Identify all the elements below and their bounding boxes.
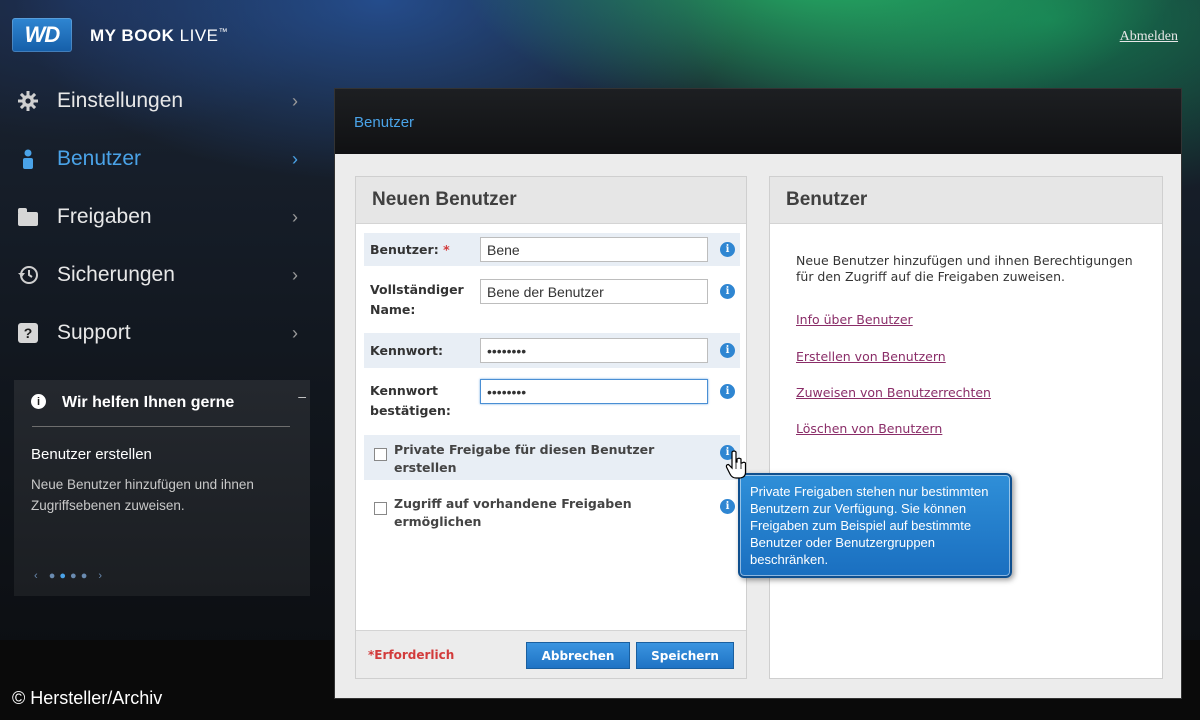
info-icon[interactable]: i	[720, 242, 735, 257]
sidebar-item-benutzer[interactable]: Benutzer ›	[0, 130, 310, 188]
link-assign-rights[interactable]: Zuweisen von Benutzerrechten	[796, 385, 991, 400]
password-row: Kennwort: i	[364, 333, 740, 368]
help-title: Wir helfen Ihnen gerne	[62, 394, 235, 411]
required-mark: *	[443, 242, 450, 257]
password-label: Kennwort:	[370, 343, 444, 358]
help-panel: i Wir helfen Ihnen gerne – Benutzer erst…	[14, 380, 310, 596]
folder-icon	[16, 205, 40, 229]
gear-icon	[16, 89, 40, 113]
product-name-suffix: LIVE	[179, 26, 219, 45]
sidebar-nav: Einstellungen › Benutzer › Freigaben › S…	[0, 72, 310, 362]
wd-logo: WD	[12, 18, 72, 52]
question-glyph: ?	[18, 323, 38, 343]
sidebar-item-label: Benutzer	[57, 147, 142, 170]
pager-dot[interactable]: ●	[49, 570, 60, 582]
pager-dot[interactable]: ●	[70, 570, 81, 582]
link-info-users[interactable]: Info über Benutzer	[796, 312, 913, 327]
confirm-password-label: Kennwort bestätigen:	[370, 381, 451, 421]
password-input[interactable]	[480, 338, 708, 363]
copyright-notice: © Hersteller/Archiv	[12, 688, 163, 708]
user-label-text: Benutzer:	[370, 242, 439, 257]
main-header: Benutzer	[335, 89, 1181, 154]
users-info-card: Benutzer Neue Benutzer hinzufügen und ih…	[769, 176, 1163, 679]
link-delete-users[interactable]: Löschen von Benutzern	[796, 421, 942, 436]
pager-dot-active[interactable]: ●	[59, 570, 70, 582]
form-footer: *Erforderlich Abbrechen Speichern	[356, 630, 746, 678]
new-user-card: Neuen Benutzer Benutzer: * i Vollständig…	[355, 176, 747, 679]
trademark: ™	[218, 26, 229, 37]
help-body: Neue Benutzer hinzufügen und ihnen Zugri…	[31, 477, 254, 513]
access-shares-label: Zugriff auf vorhandene Freigaben ermögli…	[394, 496, 632, 529]
info-icon[interactable]: i	[720, 343, 735, 358]
access-shares-row: Zugriff auf vorhandene Freigaben ermögli…	[364, 489, 740, 534]
sidebar-item-label: Freigaben	[57, 205, 152, 228]
minimize-button[interactable]: –	[298, 388, 306, 404]
chevron-right-icon: ›	[292, 322, 298, 343]
required-note: *Erforderlich	[368, 648, 455, 662]
fullname-label-line2: Name:	[370, 302, 416, 317]
sidebar-item-label: Support	[57, 321, 131, 344]
card-header: Benutzer	[770, 177, 1162, 224]
info-icon[interactable]: i	[720, 384, 735, 399]
user-label: Benutzer: *	[370, 240, 450, 260]
private-share-checkbox[interactable]	[374, 448, 387, 461]
help-subtitle: Benutzer erstellen	[31, 446, 152, 463]
user-input[interactable]	[480, 237, 708, 262]
confirm-password-row: Kennwort bestätigen: i	[364, 375, 740, 423]
product-name: MY BOOK LIVE™	[90, 26, 228, 46]
sidebar-item-label: Einstellungen	[57, 89, 184, 112]
fullname-row: Vollständiger Name: i	[364, 273, 740, 321]
card-title: Benutzer	[786, 189, 868, 210]
user-row: Benutzer: * i	[364, 233, 740, 266]
confirm-label-line2: bestätigen:	[370, 403, 451, 418]
user-icon	[16, 147, 40, 171]
link-create-users[interactable]: Erstellen von Benutzern	[796, 349, 946, 364]
pager-prev-button[interactable]: ‹	[34, 570, 42, 582]
product-name-main: MY BOOK	[90, 26, 175, 45]
fullname-label-line1: Vollständiger	[370, 282, 464, 297]
private-share-row: Private Freigabe für diesen Benutzer ers…	[364, 435, 740, 480]
chevron-right-icon: ›	[292, 206, 298, 227]
info-tooltip: Private Freigaben stehen nur bestimmten …	[738, 473, 1012, 578]
question-icon: ?	[16, 321, 40, 345]
private-share-label: Private Freigabe für diesen Benutzer ers…	[394, 442, 655, 475]
card-title: Neuen Benutzer	[372, 189, 517, 210]
confirm-password-input[interactable]	[480, 379, 708, 404]
sidebar-item-freigaben[interactable]: Freigaben ›	[0, 188, 310, 246]
confirm-label-line1: Kennwort	[370, 383, 439, 398]
fullname-input[interactable]	[480, 279, 708, 304]
pager-next-button[interactable]: ›	[98, 570, 106, 582]
hand-cursor-icon	[725, 450, 747, 479]
backup-clock-icon	[16, 263, 40, 287]
page-title: Benutzer	[354, 114, 415, 131]
sidebar-item-sicherungen[interactable]: Sicherungen ›	[0, 246, 310, 304]
sidebar-item-support[interactable]: ? Support ›	[0, 304, 310, 362]
info-icon[interactable]: i	[720, 499, 735, 514]
pager-dot[interactable]: ●	[81, 570, 92, 582]
card-header: Neuen Benutzer	[356, 177, 746, 224]
info-icon: i	[31, 394, 46, 409]
sidebar-item-einstellungen[interactable]: Einstellungen ›	[0, 72, 310, 130]
sidebar-item-label: Sicherungen	[57, 263, 175, 286]
save-button[interactable]: Speichern	[636, 642, 734, 669]
logout-link[interactable]: Abmelden	[1120, 29, 1178, 45]
chevron-right-icon: ›	[292, 148, 298, 169]
users-description: Neue Benutzer hinzufügen und ihnen Berec…	[796, 253, 1133, 284]
info-icon[interactable]: i	[720, 284, 735, 299]
fullname-label: Vollständiger Name:	[370, 280, 464, 320]
access-shares-checkbox[interactable]	[374, 502, 387, 515]
help-pager: ‹ ●●●● ›	[34, 570, 106, 582]
chevron-right-icon: ›	[292, 90, 298, 111]
cancel-button[interactable]: Abbrechen	[526, 642, 630, 669]
chevron-right-icon: ›	[292, 264, 298, 285]
